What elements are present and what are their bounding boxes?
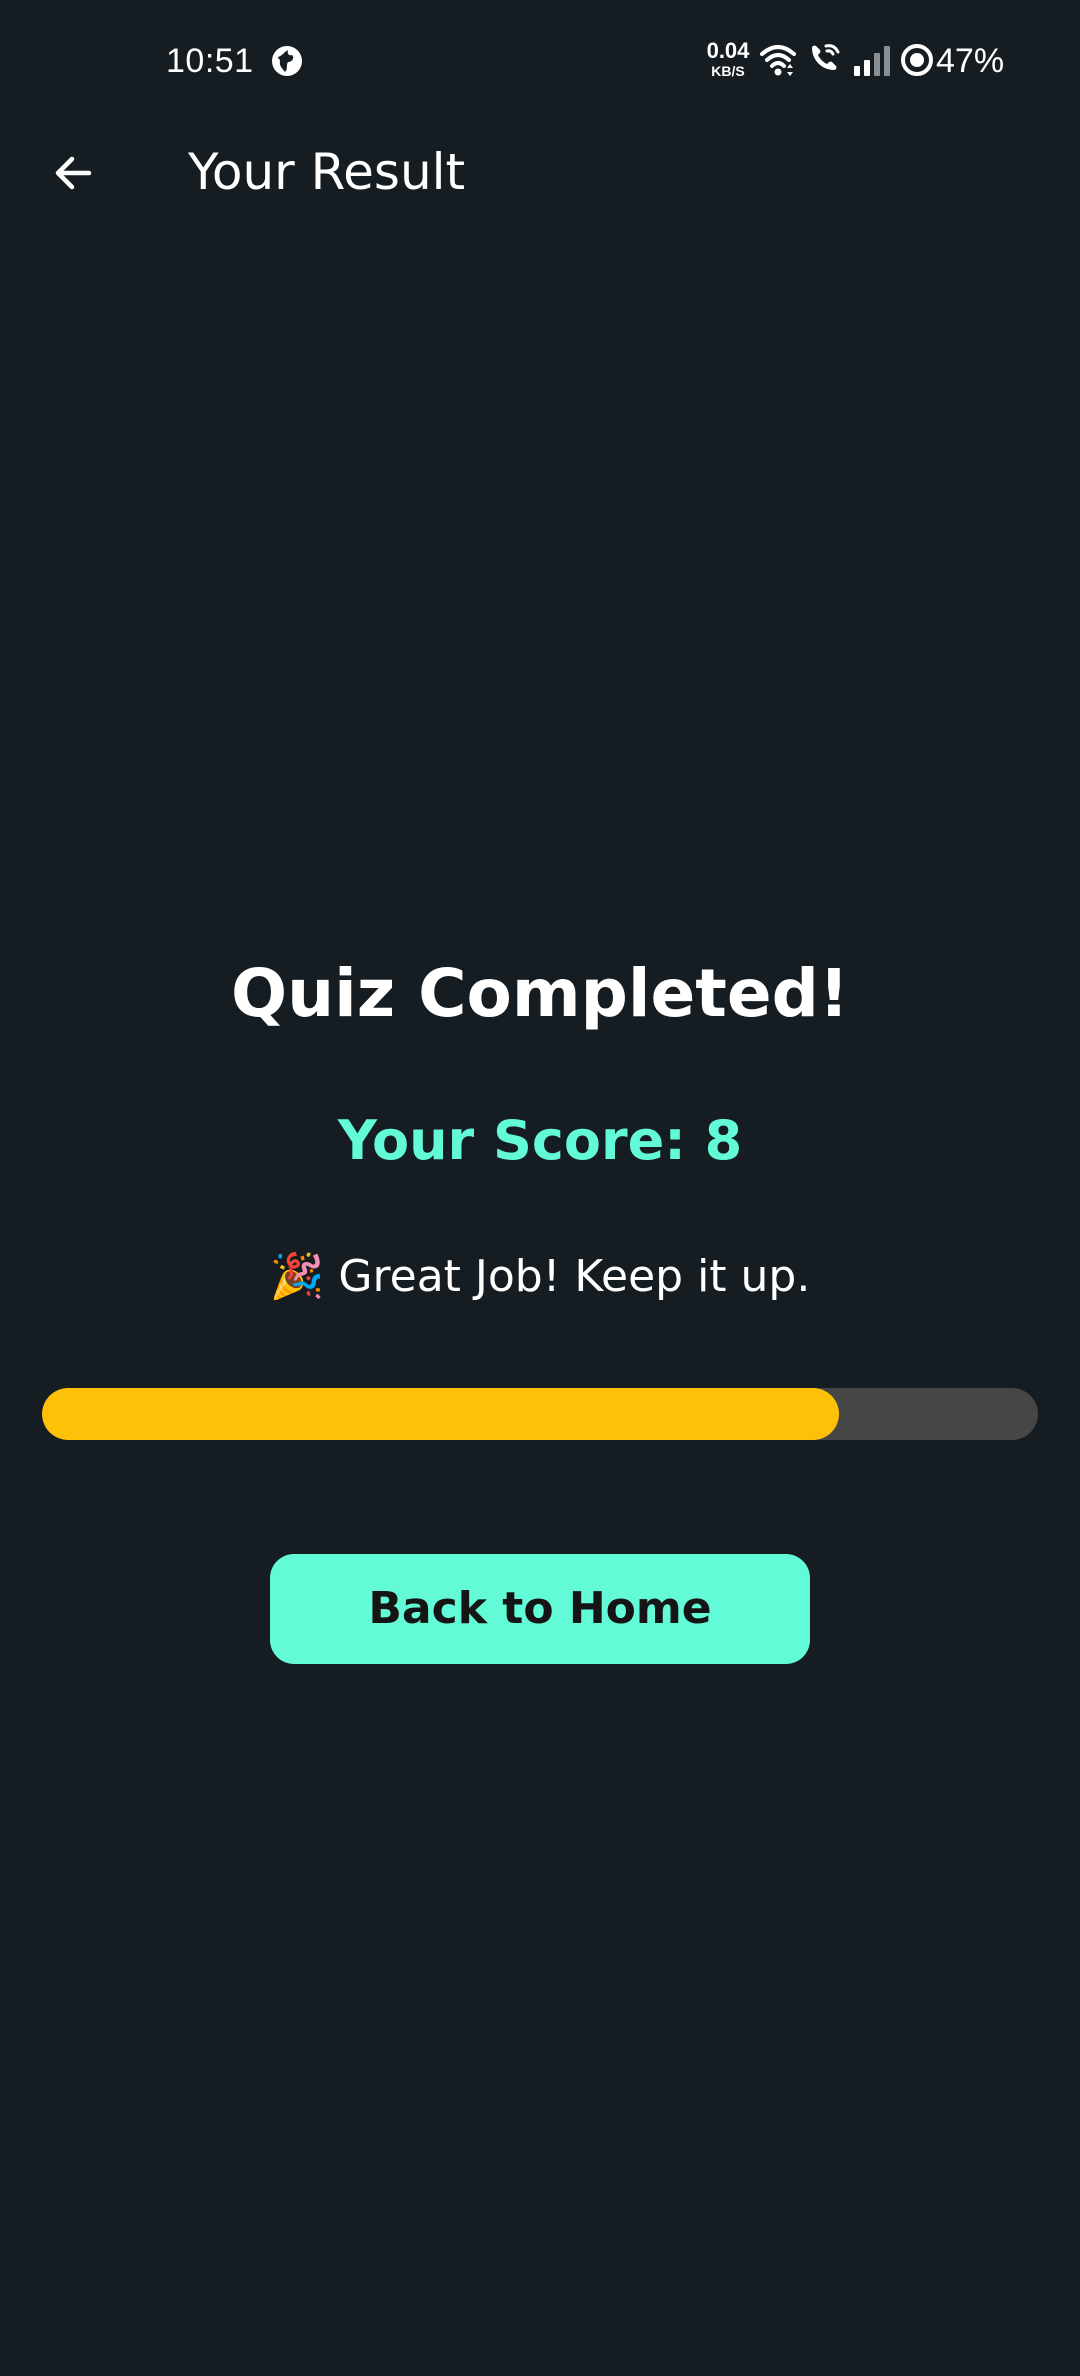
- quiz-completed-heading: Quiz Completed!: [231, 955, 849, 1032]
- vpn-icon: [272, 46, 302, 76]
- back-to-home-button[interactable]: Back to Home: [270, 1554, 810, 1664]
- encouragement-message: 🎉 Great Job! Keep it up.: [269, 1251, 811, 1302]
- status-time: 10:51: [166, 42, 254, 80]
- wifi-icon: [760, 45, 796, 76]
- back-button[interactable]: [36, 136, 110, 210]
- result-content: Quiz Completed! Your Score: 8 🎉 Great Jo…: [0, 920, 1080, 1680]
- wifi-call-icon: [812, 44, 840, 70]
- score-progress-fill: [42, 1388, 839, 1440]
- battery-icon: [901, 44, 933, 76]
- battery-percentage: 47%: [936, 42, 1005, 80]
- signal-icon: [854, 46, 890, 76]
- network-speed-value: 0.04: [706, 38, 750, 63]
- network-speed: 0.04 KB/S: [700, 38, 756, 79]
- network-speed-unit: KB/S: [711, 63, 745, 79]
- score-progress-bar: [42, 1388, 1038, 1440]
- app-bar: Your Result: [0, 124, 1080, 208]
- page-title: Your Result: [188, 143, 466, 201]
- arrow-left-icon: [55, 156, 92, 190]
- score-text: Your Score: 8: [337, 1109, 743, 1172]
- status-bar: 10:51 0.04 KB/S 47%: [0, 0, 1080, 124]
